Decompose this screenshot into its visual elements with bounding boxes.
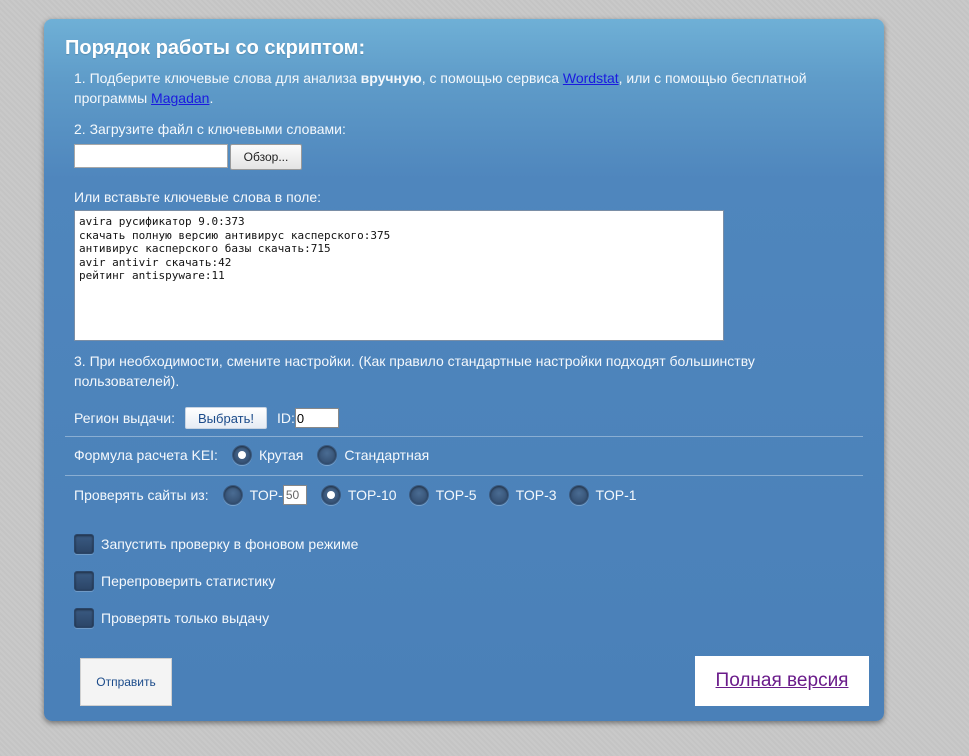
browse-button[interactable]: Обзор... (230, 144, 302, 170)
kei-label: Формула расчета KEI: (74, 447, 218, 463)
full-version-box: Полная версия (695, 656, 869, 706)
file-path-field[interactable] (74, 144, 228, 168)
full-version-link[interactable]: Полная версия (716, 670, 849, 692)
top-radio-3[interactable] (488, 485, 509, 505)
recheck-stats-row[interactable]: Перепроверить статистику (74, 570, 275, 592)
page-title: Порядок работы со скриптом: (65, 37, 366, 59)
divider (65, 436, 863, 437)
kei-radio-standard[interactable] (317, 445, 338, 465)
magadan-link[interactable]: Magadan (151, 90, 209, 106)
kei-row: Формула расчета KEI: Крутая Стандартная (74, 443, 429, 467)
top-radio-5[interactable] (408, 485, 429, 505)
top-radio-custom[interactable] (222, 485, 243, 505)
step1-text: 1. Подберите ключевые слова для анализа … (74, 68, 854, 108)
submit-button[interactable]: Отправить (80, 658, 172, 706)
checkbox-label: Запустить проверку в фоновом режиме (101, 536, 359, 552)
id-label: ID: (276, 410, 295, 426)
background-check-row[interactable]: Запустить проверку в фоновом режиме (74, 533, 358, 555)
script-panel: Порядок работы со скриптом: 1. Подберите… (44, 19, 884, 721)
paste-label: Или вставьте ключевые слова в поле: (74, 189, 322, 205)
serp-only-checkbox[interactable] (74, 608, 94, 628)
step1-text-d: . (209, 90, 214, 106)
step1-text-b: , с помощью сервиса (421, 70, 563, 86)
kei-option-label: Стандартная (344, 447, 430, 463)
top-radio-1[interactable] (568, 485, 589, 505)
top-row: Проверять сайты из: TOP- TOP-10 TOP-5 TO… (74, 483, 637, 507)
background-checkbox[interactable] (74, 534, 94, 554)
top-custom-prefix: TOP- (249, 487, 283, 503)
kei-option-label: Крутая (258, 447, 304, 463)
checkbox-label: Перепроверить статистику (101, 573, 276, 589)
top-option-label: TOP-1 (595, 487, 637, 503)
top-radio-10[interactable] (320, 485, 341, 505)
kei-radio-cool[interactable] (231, 445, 252, 465)
top-label: Проверять сайты из: (74, 487, 209, 503)
serp-only-row[interactable]: Проверять только выдачу (74, 607, 269, 629)
step3-text: 3. При необходимости, смените настройки.… (74, 353, 755, 389)
region-row: Регион выдачи: Выбрать! ID: (74, 407, 339, 429)
wordstat-link[interactable]: Wordstat (563, 70, 619, 86)
divider (65, 475, 863, 476)
top-option-label: TOP-3 (515, 487, 557, 503)
top-option-label: TOP-10 (347, 487, 397, 503)
recheck-stats-checkbox[interactable] (74, 571, 94, 591)
region-id-input[interactable] (294, 408, 339, 428)
top-option-label: TOP-5 (435, 487, 477, 503)
checkbox-label: Проверять только выдачу (101, 610, 270, 626)
step1-text-a: 1. Подберите ключевые слова для анализа (74, 70, 361, 86)
keywords-textarea[interactable]: avira русификатор 9.0:373 скачать полную… (74, 210, 724, 341)
step2-text: 2. Загрузите файл с ключевыми словами: (74, 121, 346, 137)
choose-region-button[interactable]: Выбрать! (185, 407, 267, 429)
region-label: Регион выдачи: (74, 410, 175, 426)
step1-bold: вручную (360, 70, 422, 86)
top-custom-input[interactable] (282, 485, 307, 505)
